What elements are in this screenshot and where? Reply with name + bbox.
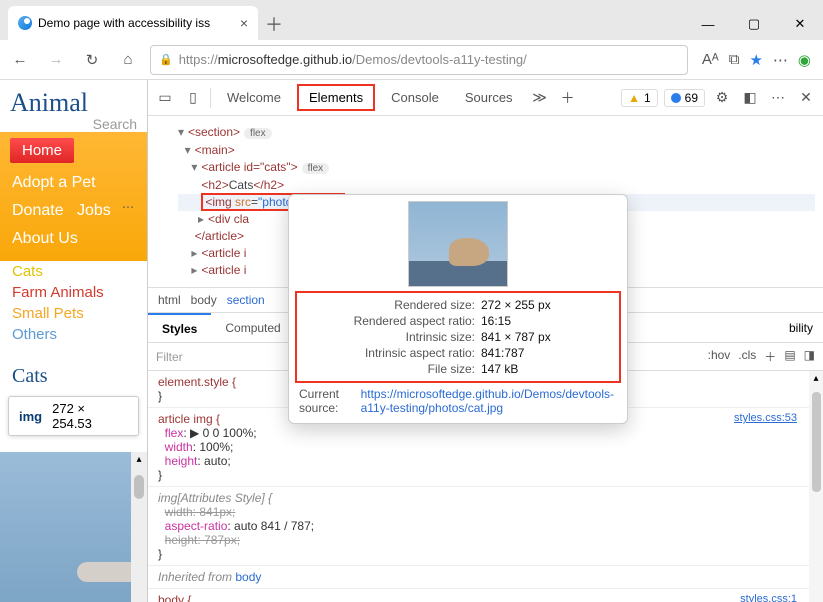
brand-title: Animal	[10, 88, 88, 118]
inspect-icon[interactable]: ▭	[154, 89, 176, 106]
new-rule-icon[interactable]: ＋	[764, 348, 776, 365]
popover-source-label: Current source:	[299, 387, 353, 415]
tab-welcome[interactable]: Welcome	[217, 86, 291, 109]
lock-icon: 🔒	[159, 53, 173, 66]
tab-computed[interactable]: Computed	[211, 313, 294, 342]
new-tab-button[interactable]: ＋	[258, 8, 290, 40]
scroll-thumb[interactable]	[134, 475, 144, 499]
tab-close-icon[interactable]: ×	[240, 15, 248, 31]
page-scrollbar[interactable]: ▴	[131, 452, 147, 602]
back-button[interactable]: ←	[6, 46, 34, 74]
url-text: https://microsoftedge.github.io/Demos/de…	[179, 52, 527, 67]
source-link[interactable]: styles.css:1	[740, 593, 797, 602]
window-titlebar: Demo page with accessibility iss × ＋ — ▢…	[0, 0, 823, 40]
add-tab-icon[interactable]: ＋	[557, 88, 579, 108]
element-measure-chip: img 272 × 254.53	[8, 396, 139, 436]
page-preview: Animal Search Home Adopt a Pet Donate Jo…	[0, 80, 147, 602]
forward-button[interactable]: →	[42, 46, 70, 74]
search-label: Search	[0, 116, 147, 132]
devtools-tabbar: ▭ ▯ Welcome Elements Console Sources ≫ ＋…	[148, 80, 823, 116]
overflow-dots-icon: ⋯	[122, 200, 134, 214]
subnav-cats[interactable]: Cats	[0, 261, 147, 282]
subnav-small[interactable]: Small Pets	[0, 303, 147, 324]
menu-icon[interactable]: ⋯	[773, 51, 788, 69]
nav-adopt[interactable]: Adopt a Pet	[0, 169, 147, 197]
close-window-button[interactable]: ✕	[777, 8, 823, 40]
tab-accessibility-partial[interactable]: bility	[789, 321, 813, 335]
scroll-thumb[interactable]	[812, 392, 821, 492]
styles-scrollbar[interactable]: ▴	[809, 371, 823, 602]
minimize-button[interactable]: —	[685, 8, 731, 40]
profile-icon[interactable]: ◉	[798, 51, 811, 69]
close-devtools-icon[interactable]: ✕	[795, 89, 817, 106]
dock-icon[interactable]: ◧	[739, 89, 761, 106]
popover-source-url[interactable]: https://microsoftedge.github.io/Demos/de…	[361, 387, 617, 415]
reload-button[interactable]: ↻	[78, 46, 106, 74]
reader-icon[interactable]: Aᴬ	[702, 51, 719, 68]
favorite-icon[interactable]: ★	[749, 51, 762, 69]
image-hover-popover: Rendered size:272 × 255 px Rendered aspe…	[288, 194, 628, 424]
browser-tab[interactable]: Demo page with accessibility iss ×	[8, 6, 258, 40]
tab-sources[interactable]: Sources	[455, 86, 523, 109]
more-icon[interactable]: ⋯	[767, 89, 789, 106]
warnings-badge[interactable]: ▲1	[621, 89, 658, 107]
page-nav: Home Adopt a Pet Donate Jobs About Us	[0, 132, 147, 261]
popover-thumbnail	[408, 201, 508, 287]
sidebar-toggle-icon[interactable]: ◨	[804, 348, 815, 365]
tab-console[interactable]: Console	[381, 86, 449, 109]
collections-icon[interactable]: ⧉	[729, 51, 740, 68]
cls-button[interactable]: .cls	[738, 348, 756, 365]
device-icon[interactable]: ▯	[182, 89, 204, 106]
favicon-icon	[18, 16, 32, 30]
info-badge[interactable]: 69	[664, 89, 705, 107]
more-tabs-icon[interactable]: ≫	[529, 89, 551, 106]
window-controls: — ▢ ✕	[685, 8, 823, 40]
browser-toolbar: ← → ↻ ⌂ 🔒 https://microsoftedge.github.i…	[0, 40, 823, 80]
section-heading: Cats	[0, 345, 147, 392]
source-link[interactable]: styles.css:53	[734, 412, 797, 424]
address-bar[interactable]: 🔒 https://microsoftedge.github.io/Demos/…	[150, 45, 688, 75]
hov-button[interactable]: :hov	[708, 348, 731, 365]
flexgrid-icon[interactable]: ▤	[784, 348, 795, 365]
cat-image: ▴	[0, 452, 147, 602]
nav-home[interactable]: Home	[10, 138, 74, 163]
settings-icon[interactable]: ⚙	[711, 89, 733, 106]
home-button[interactable]: ⌂	[114, 46, 142, 74]
tab-elements[interactable]: Elements	[297, 84, 375, 111]
tab-styles[interactable]: Styles	[148, 313, 211, 342]
subnav-farm[interactable]: Farm Animals	[0, 282, 147, 303]
subnav-others[interactable]: Others	[0, 324, 147, 345]
tab-title: Demo page with accessibility iss	[38, 16, 210, 30]
nav-about[interactable]: About Us	[0, 225, 147, 253]
maximize-button[interactable]: ▢	[731, 8, 777, 40]
popover-metrics: Rendered size:272 × 255 px Rendered aspe…	[295, 291, 621, 383]
